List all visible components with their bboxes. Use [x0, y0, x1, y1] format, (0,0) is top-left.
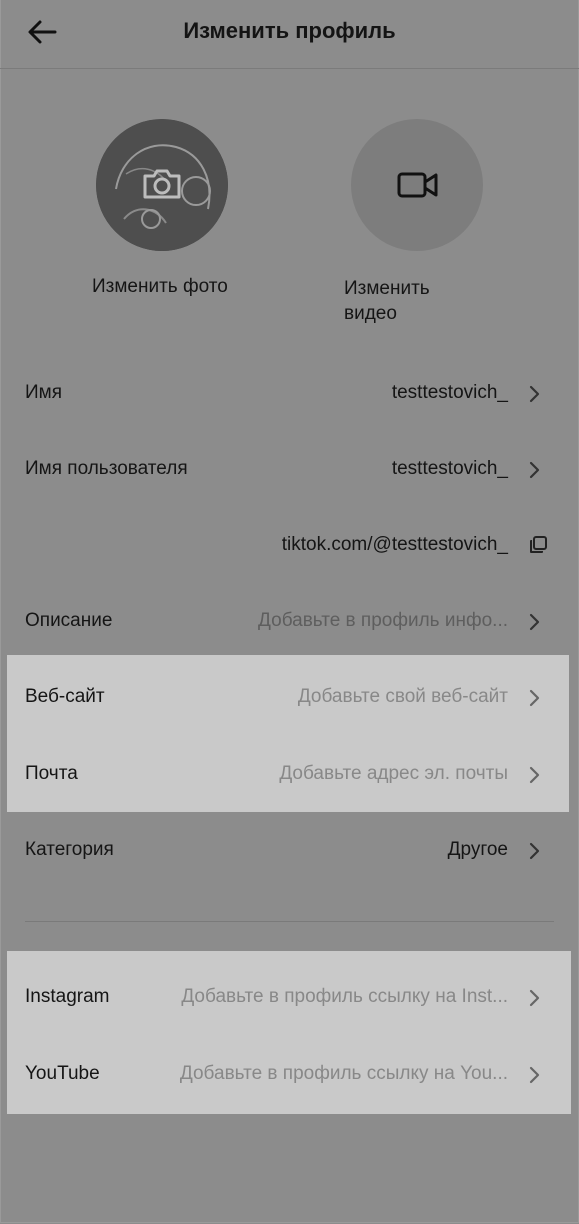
youtube-label: YouTube — [25, 1063, 100, 1084]
chevron-right-icon — [529, 1066, 540, 1084]
change-photo-link[interactable]: Изменить фото — [92, 276, 228, 298]
name-value: testtestovich_ — [391, 382, 508, 403]
chevron-right-icon — [529, 461, 540, 479]
chevron-right-icon — [529, 689, 540, 707]
category-label: Категория — [25, 839, 114, 860]
profile-link[interactable]: tiktok.com/@testtestovich_ — [282, 534, 508, 556]
instagram-row[interactable]: Instagram Добавьте в профиль ссылку на I… — [0, 968, 579, 1028]
profile-link-row: tiktok.com/@testtestovich_ — [0, 525, 579, 565]
category-row[interactable]: Категория Другое — [0, 821, 579, 881]
email-row[interactable]: Почта Добавьте адрес эл. почты — [0, 745, 579, 805]
email-label: Почта — [25, 763, 78, 784]
camera-icon — [143, 169, 181, 199]
section-divider — [25, 921, 554, 922]
username-row[interactable]: Имя пользователя testtestovich_ — [0, 440, 579, 500]
video-camera-icon — [397, 172, 438, 198]
copy-icon[interactable] — [528, 535, 548, 555]
video-placeholder[interactable] — [351, 119, 483, 251]
page-title: Изменить профиль — [183, 18, 396, 43]
name-row[interactable]: Имя testtestovich_ — [0, 364, 579, 424]
avatar[interactable] — [96, 119, 228, 251]
website-row[interactable]: Веб-сайт Добавьте свой веб-сайт — [0, 668, 579, 728]
email-placeholder: Добавьте адрес эл. почты — [279, 763, 508, 784]
description-label: Описание — [25, 610, 113, 631]
website-placeholder: Добавьте свой веб-сайт — [297, 686, 508, 707]
chevron-right-icon — [529, 842, 540, 860]
change-video-link[interactable]: Изменить видео — [344, 276, 464, 326]
instagram-label: Instagram — [25, 986, 110, 1007]
name-label: Имя — [25, 382, 63, 403]
header: Изменить профиль — [0, 0, 579, 69]
chevron-right-icon — [529, 613, 540, 631]
description-placeholder: Добавьте в профиль инфо... — [258, 610, 508, 631]
chevron-right-icon — [529, 989, 540, 1007]
chevron-right-icon — [529, 766, 540, 784]
category-value: Другое — [447, 839, 508, 860]
youtube-row[interactable]: YouTube Добавьте в профиль ссылку на You… — [0, 1045, 579, 1105]
description-row[interactable]: Описание Добавьте в профиль инфо... — [0, 592, 579, 652]
username-value: testtestovich_ — [391, 458, 508, 479]
chevron-right-icon — [529, 385, 540, 403]
instagram-placeholder: Добавьте в профиль ссылку на Inst... — [181, 986, 508, 1007]
username-label: Имя пользователя — [25, 458, 188, 479]
youtube-placeholder: Добавьте в профиль ссылку на You... — [179, 1063, 508, 1084]
website-label: Веб-сайт — [25, 686, 105, 707]
